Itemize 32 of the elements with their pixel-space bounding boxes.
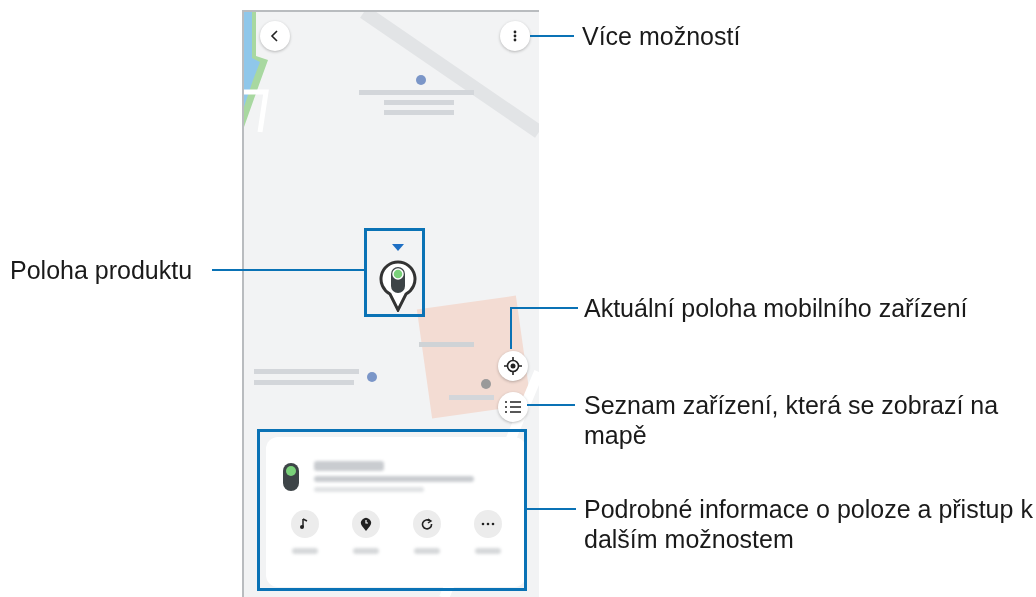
- leader-line: [510, 307, 578, 349]
- place-pin-icon: [481, 379, 491, 389]
- leader-line: [530, 35, 574, 37]
- history-button[interactable]: [351, 510, 380, 538]
- blurred-map-label: [449, 395, 494, 400]
- blurred-map-label: [419, 342, 474, 347]
- back-button[interactable]: [260, 21, 290, 51]
- locate-icon: [504, 357, 522, 375]
- more-icon: [480, 522, 495, 526]
- leader-line: [527, 404, 575, 406]
- callout-label: Poloha produktu: [10, 255, 193, 285]
- blurred-text: [314, 461, 384, 471]
- pin-clock-icon: [359, 517, 372, 531]
- ring-button[interactable]: [290, 510, 319, 538]
- tag-marker-icon: [378, 242, 418, 312]
- callout-label: Více možností: [582, 21, 741, 51]
- refresh-icon: [420, 518, 433, 530]
- place-pin-icon: [367, 372, 377, 382]
- callout-label: Podrobné informace o poloze a přistup k dalším možnostem: [584, 494, 1034, 554]
- tag-icon: [282, 461, 300, 492]
- blurred-text: [291, 548, 318, 554]
- callout-label: Aktuální poloha mobilního zařízení: [584, 293, 968, 323]
- blurred-text: [413, 548, 440, 554]
- more-icon: [513, 30, 517, 42]
- place-pin-icon: [416, 75, 426, 85]
- list-icon: [505, 400, 521, 414]
- blurred-text: [352, 548, 379, 554]
- refresh-button[interactable]: [412, 510, 441, 538]
- blurred-text: [474, 548, 501, 554]
- leader-line: [526, 508, 576, 510]
- callout-label: Seznam zařízení, která se zobrazí na mapě: [584, 390, 1000, 450]
- device-list-button[interactable]: [498, 392, 528, 422]
